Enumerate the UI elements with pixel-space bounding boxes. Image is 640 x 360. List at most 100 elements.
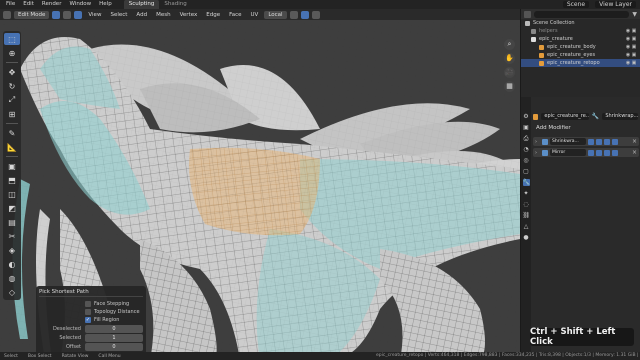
mode-selector[interactable]: Edit Mode [14, 10, 50, 19]
viewport-menu-mesh[interactable]: Mesh [153, 12, 173, 18]
viewport-menu-select[interactable]: Select [107, 12, 130, 18]
face-stepping-checkbox[interactable]: Face Stepping [39, 300, 143, 308]
proportional-edit-icon[interactable] [311, 10, 320, 19]
loopcut-icon[interactable]: ▤ [4, 216, 20, 228]
modifier-name-field[interactable]: Mirror [550, 149, 586, 156]
cursor-icon[interactable]: ⊕ [4, 47, 20, 59]
scene-selector[interactable]: Scene [562, 1, 590, 8]
output-tab-icon[interactable]: ⎙ [523, 135, 530, 142]
tab-sculpting[interactable]: Sculpting [123, 0, 160, 9]
particles-tab-icon[interactable]: ✦ [523, 190, 530, 197]
smooth-icon[interactable]: ◍ [4, 272, 20, 284]
add-cube-icon[interactable]: ▣ [4, 160, 20, 172]
edge-select-icon[interactable] [63, 10, 72, 19]
world-tab-icon[interactable]: ◎ [523, 157, 530, 164]
select-box-icon[interactable]: ⬚ [4, 33, 20, 45]
selected-field[interactable]: 1 [85, 334, 143, 342]
outliner-search-input[interactable] [534, 10, 630, 18]
deselected-field[interactable]: 0 [85, 325, 143, 333]
modifier-shrinkwrap[interactable]: › Shrinkwra... × [533, 137, 639, 146]
knife-icon[interactable]: ✂ [4, 230, 20, 242]
ortho-toggle-icon[interactable]: ▦ [504, 81, 515, 92]
rotate-icon[interactable]: ↻ [4, 80, 20, 92]
scene-tab-icon[interactable]: ◔ [523, 146, 530, 153]
transform-orientation-dropdown[interactable]: Local [264, 10, 287, 19]
cage-toggle-icon[interactable] [596, 149, 602, 156]
outliner-filter-icon[interactable] [524, 10, 531, 18]
operator-panel-title[interactable]: Pick Shortest Path [39, 288, 143, 297]
render-camera-icon[interactable]: ▣ [631, 28, 637, 34]
viewport-menu-vertex[interactable]: Vertex [177, 12, 201, 18]
outliner-item-epic-creature-retopo[interactable]: epic_creature_retopo ◉ ▣ [521, 59, 640, 67]
transform-icon[interactable]: ⊞ [4, 108, 20, 120]
zoom-icon[interactable]: ⌕ [504, 39, 515, 50]
tool-tab-icon[interactable]: ⚙ [523, 113, 530, 120]
view-layer-selector[interactable]: View Layer [595, 1, 636, 8]
modifier-mirror[interactable]: › Mirror × [533, 148, 639, 157]
pivot-icon[interactable] [289, 10, 298, 19]
checkbox-box[interactable] [85, 301, 91, 307]
close-icon[interactable]: × [632, 138, 637, 145]
extrude-icon[interactable]: ⬒ [4, 174, 20, 186]
render-toggle-icon[interactable] [612, 138, 618, 145]
pan-icon[interactable]: ✋ [504, 53, 515, 64]
active-modifier-field[interactable]: Shrinkwrap... [602, 113, 638, 120]
offset-field[interactable]: 0 [85, 343, 143, 351]
viewport-menu-uv[interactable]: UV [248, 12, 262, 18]
outliner-item-epic-creature[interactable]: epic_creature ◉ ▣ [521, 35, 640, 43]
modifier-name-field[interactable]: Shrinkwra... [550, 138, 586, 145]
measure-icon[interactable]: 📐 [4, 141, 20, 153]
tab-shading[interactable]: Shading [159, 0, 191, 9]
data-tab-icon[interactable]: △ [523, 223, 530, 230]
modifier-tab-icon[interactable]: 🔧 [522, 179, 530, 186]
render-toggle-icon[interactable] [612, 149, 618, 156]
render-camera-icon[interactable]: ▣ [631, 52, 637, 58]
bevel-icon[interactable]: ◩ [4, 202, 20, 214]
outliner-scene-collection[interactable]: Scene Collection [521, 19, 640, 27]
object-name-field[interactable]: epic_creature_re... [541, 113, 589, 120]
constraints-tab-icon[interactable]: ⛓ [523, 212, 531, 219]
move-icon[interactable]: ✥ [4, 66, 20, 78]
outliner-item-epic-creature-eyes[interactable]: epic_creature_eyes ◉ ▣ [521, 51, 640, 59]
3d-viewport[interactable]: Edit Mode View Select Add Mesh Vertex Ed… [0, 9, 520, 360]
topology-distance-checkbox[interactable]: Topology Distance [39, 308, 143, 316]
spin-icon[interactable]: ◐ [4, 258, 20, 270]
snap-icon[interactable] [300, 10, 309, 19]
cage-toggle-icon[interactable] [596, 138, 602, 145]
filter-funnel-icon[interactable]: ▼ [632, 11, 637, 18]
close-icon[interactable]: × [632, 149, 637, 156]
add-modifier-button[interactable]: Add Modifier [533, 124, 639, 133]
menu-window[interactable]: Window [65, 0, 95, 9]
scale-icon[interactable]: ⤢ [4, 94, 20, 106]
inset-icon[interactable]: ◫ [4, 188, 20, 200]
outliner-item-helpers[interactable]: helpers ◉ ▣ [521, 27, 640, 35]
expand-toggle-icon[interactable]: › [535, 139, 540, 145]
menu-render[interactable]: Render [38, 0, 66, 9]
polybuild-icon[interactable]: ◈ [4, 244, 20, 256]
menu-edit[interactable]: Edit [19, 0, 38, 9]
render-camera-icon[interactable]: ▣ [631, 60, 637, 66]
vertex-select-icon[interactable] [52, 10, 61, 19]
viewport-menu-face[interactable]: Face [226, 12, 244, 18]
menu-help[interactable]: Help [95, 0, 116, 9]
fill-region-checkbox[interactable]: ✓ Fill Region [39, 316, 143, 324]
annotate-icon[interactable]: ✎ [4, 127, 20, 139]
render-tab-icon[interactable]: ▣ [523, 124, 530, 131]
render-camera-icon[interactable]: ▣ [631, 36, 637, 42]
checkbox-box-checked[interactable]: ✓ [85, 317, 91, 323]
outliner-item-epic-creature-body[interactable]: epic_creature_body ◉ ▣ [521, 43, 640, 51]
edit-mode-toggle-icon[interactable] [588, 149, 594, 156]
material-tab-icon[interactable]: ● [523, 234, 530, 241]
edit-mode-toggle-icon[interactable] [588, 138, 594, 145]
checkbox-box[interactable] [85, 309, 91, 315]
render-camera-icon[interactable]: ▣ [631, 44, 637, 50]
viewport-toggle-icon[interactable] [604, 138, 610, 145]
viewport-toggle-icon[interactable] [604, 149, 610, 156]
viewport-menu-add[interactable]: Add [133, 12, 150, 18]
viewport-menu-view[interactable]: View [85, 12, 104, 18]
physics-tab-icon[interactable]: ◌ [523, 201, 530, 208]
expand-toggle-icon[interactable]: › [535, 150, 540, 156]
camera-view-icon[interactable]: 🎥 [504, 67, 515, 78]
menu-file[interactable]: File [2, 0, 19, 9]
shrink-icon[interactable]: ◇ [4, 286, 20, 298]
